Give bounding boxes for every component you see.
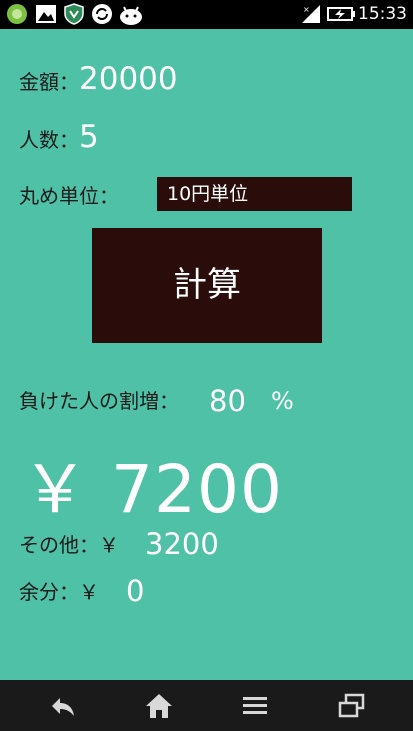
recent-apps-icon[interactable] <box>337 692 367 720</box>
surcharge-value[interactable]: 80 <box>209 384 246 418</box>
percent-row: % <box>271 387 294 415</box>
home-icon[interactable] <box>144 692 174 720</box>
remainder-value-row: 0 <box>126 574 144 608</box>
shield-icon <box>64 3 84 25</box>
navigation-bar <box>0 680 413 731</box>
menu-icon[interactable] <box>240 692 270 720</box>
people-value[interactable]: 5 <box>79 119 99 155</box>
status-time: 15:33 <box>358 4 407 24</box>
others-value-row: 3200 <box>145 527 219 561</box>
back-icon[interactable] <box>48 692 78 720</box>
status-bar: × 15:33 <box>0 0 413 29</box>
gallery-icon <box>36 5 56 23</box>
surcharge-label: 負けた人の割増： <box>19 389 179 413</box>
svg-text:×: × <box>303 5 310 14</box>
people-row: 人数：5 <box>19 119 99 155</box>
remainder-value: 0 <box>126 574 145 608</box>
rounding-select[interactable]: 10円単位 <box>157 177 352 211</box>
rounding-row: 丸め単位： <box>19 180 119 209</box>
rounding-label: 丸め単位： <box>19 184 119 208</box>
main-result: ￥ 7200 <box>22 451 283 528</box>
amount-row: 金額：20000 <box>19 61 178 97</box>
amount-label: 金額： <box>19 70 79 94</box>
sync-icon <box>92 4 112 24</box>
others-label: その他：￥ <box>19 533 119 557</box>
others-row: その他：￥ <box>19 529 119 558</box>
battery-charging-icon <box>327 7 355 21</box>
android-icon <box>120 6 142 25</box>
app-green-icon <box>7 4 27 24</box>
remainder-row: 余分：￥ <box>19 576 99 605</box>
percent-sign: % <box>271 387 294 415</box>
surcharge-row: 負けた人の割増： <box>19 385 179 414</box>
calculate-button[interactable]: 計算 <box>92 228 322 343</box>
surcharge-value-row: 80 <box>209 384 246 418</box>
signal-icon: × <box>302 5 320 23</box>
remainder-label: 余分：￥ <box>19 580 99 604</box>
people-label: 人数： <box>19 128 79 152</box>
main-content: 金額：20000 人数：5 丸め単位： 10円単位 計算 負けた人の割増： 80… <box>0 29 413 680</box>
result-row: ￥ 7200 <box>22 436 283 532</box>
others-value: 3200 <box>145 527 219 561</box>
amount-value[interactable]: 20000 <box>79 61 178 97</box>
